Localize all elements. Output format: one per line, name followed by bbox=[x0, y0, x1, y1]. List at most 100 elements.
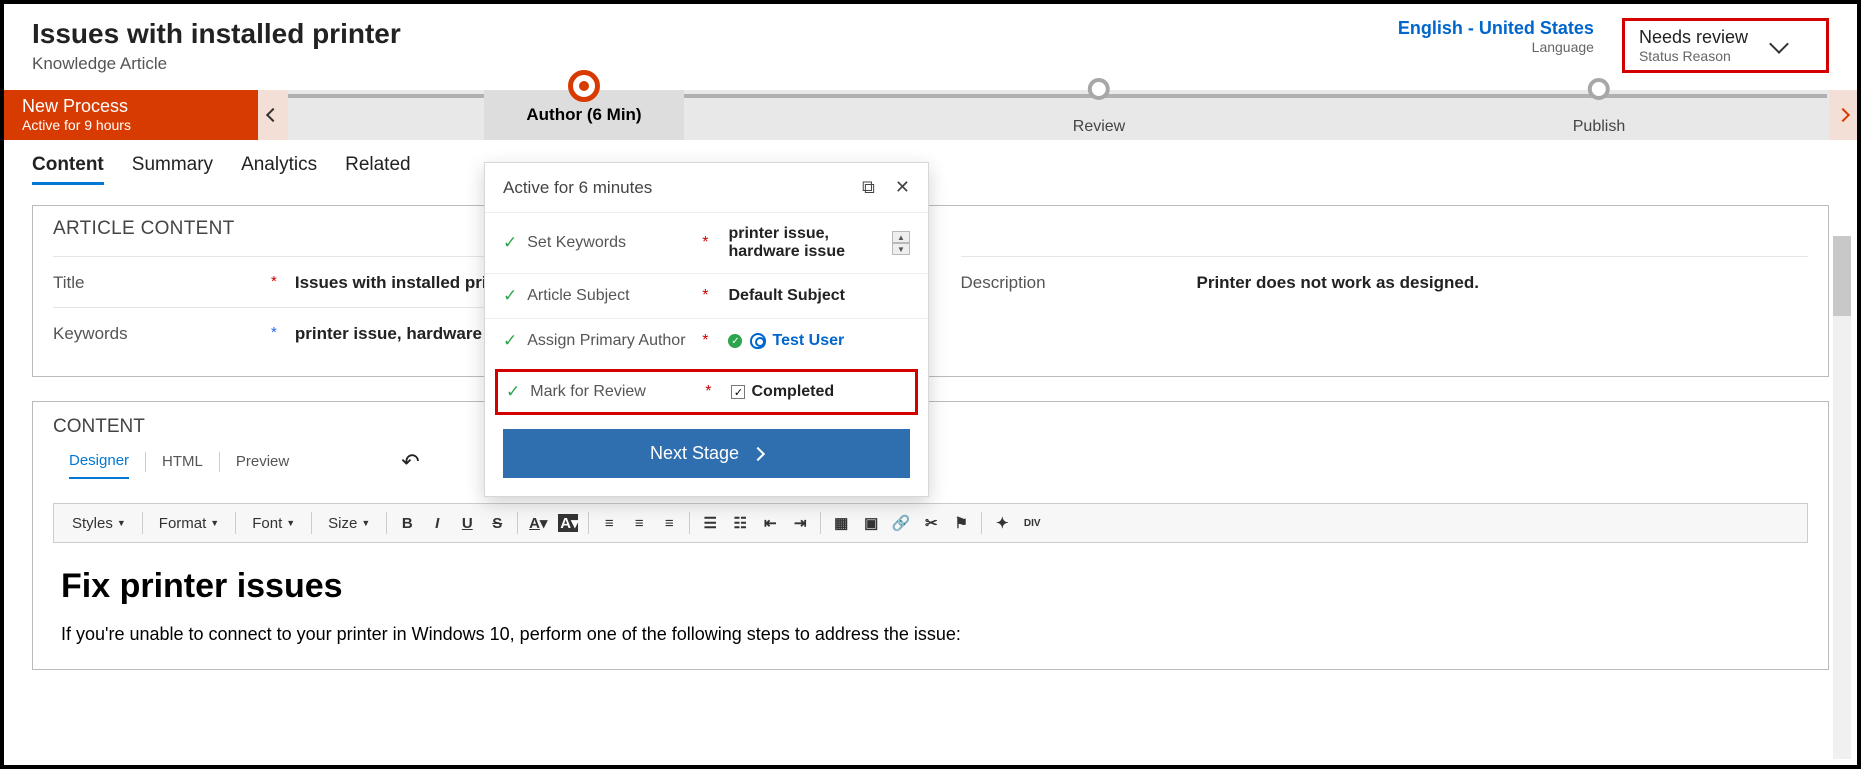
indent-icon[interactable]: ⇥ bbox=[790, 514, 810, 532]
align-right-icon[interactable]: ≡ bbox=[659, 515, 679, 532]
editor-tab-preview[interactable]: Preview bbox=[236, 445, 289, 478]
language-label: Language bbox=[1398, 39, 1594, 55]
stage-author[interactable]: Author (6 Min) bbox=[484, 90, 684, 140]
flyout-row-author[interactable]: ✓ Assign Primary Author * ✓ Test User bbox=[485, 318, 928, 363]
toolbar-format[interactable]: Format▼ bbox=[153, 515, 225, 532]
active-stage-icon bbox=[568, 70, 600, 102]
flyout-subject-label: Article Subject bbox=[527, 287, 702, 305]
flyout-row-keywords[interactable]: ✓ Set Keywords * printer issue, hardware… bbox=[485, 212, 928, 273]
chevron-right-icon bbox=[1836, 108, 1850, 122]
stage-circle-icon bbox=[1588, 78, 1610, 100]
flyout-subject-value: Default Subject bbox=[728, 287, 844, 305]
flag-icon[interactable]: ⚑ bbox=[951, 514, 971, 532]
editor-tab-html[interactable]: HTML bbox=[162, 445, 203, 478]
next-stage-label: Next Stage bbox=[650, 443, 739, 464]
stage-flyout: Active for 6 minutes ⧉ ✕ ✓ Set Keywords … bbox=[484, 162, 929, 497]
prev-stage-button[interactable] bbox=[258, 90, 288, 140]
flyout-row-mark-review[interactable]: ✓ Mark for Review * ✓ Completed bbox=[495, 369, 918, 415]
toolbar-font[interactable]: Font▼ bbox=[246, 515, 301, 532]
scrollbar[interactable] bbox=[1833, 236, 1851, 759]
content-editor-panel: CONTENT Designer HTML Preview ↶ Styles▼ … bbox=[32, 401, 1829, 670]
unlink-icon[interactable]: ✂ bbox=[921, 514, 941, 532]
table-icon[interactable]: ▦ bbox=[831, 514, 851, 532]
align-center-icon[interactable]: ≡ bbox=[629, 515, 649, 532]
next-stage-arrow[interactable] bbox=[1829, 90, 1857, 140]
popout-icon[interactable]: ⧉ bbox=[862, 177, 875, 198]
required-icon: * bbox=[702, 234, 708, 252]
flyout-title: Active for 6 minutes bbox=[503, 178, 652, 198]
toolbar-size[interactable]: Size▼ bbox=[322, 515, 376, 532]
tab-summary[interactable]: Summary bbox=[132, 154, 213, 185]
field-description-value: Printer does not work as designed. bbox=[1197, 273, 1479, 293]
stage-publish-label: Publish bbox=[1573, 118, 1625, 136]
stage-publish[interactable]: Publish bbox=[1573, 78, 1625, 136]
flyout-author-value[interactable]: Test User bbox=[750, 332, 844, 350]
check-icon: ✓ bbox=[503, 286, 517, 306]
tab-content[interactable]: Content bbox=[32, 154, 104, 185]
toolbar-styles[interactable]: Styles▼ bbox=[66, 515, 132, 532]
numbered-list-icon[interactable]: ☰ bbox=[700, 514, 720, 532]
status-value: Needs review bbox=[1639, 27, 1748, 48]
language-block[interactable]: English - United States Language bbox=[1398, 18, 1594, 55]
required-icon: * bbox=[271, 273, 277, 290]
sparkle-icon[interactable]: ✦ bbox=[992, 514, 1012, 532]
stage-review-label: Review bbox=[1073, 118, 1125, 136]
flyout-mark-value: Completed bbox=[751, 383, 834, 401]
underline-icon[interactable]: U bbox=[457, 515, 477, 532]
spinner-control[interactable]: ▲▼ bbox=[892, 231, 910, 255]
outdent-icon[interactable]: ⇤ bbox=[760, 514, 780, 532]
field-title-label: Title bbox=[53, 273, 253, 293]
stage-author-label: Author (6 Min) bbox=[526, 105, 641, 125]
tab-related[interactable]: Related bbox=[345, 154, 411, 185]
next-stage-button[interactable]: Next Stage bbox=[503, 429, 910, 478]
status-label: Status Reason bbox=[1639, 48, 1748, 64]
tab-analytics[interactable]: Analytics bbox=[241, 154, 317, 185]
stage-review[interactable]: Review bbox=[1073, 78, 1125, 136]
flyout-keywords-label: Set Keywords bbox=[527, 234, 702, 252]
bold-icon[interactable]: B bbox=[397, 515, 417, 532]
status-dropdown[interactable]: Needs review Status Reason bbox=[1622, 18, 1829, 73]
close-icon[interactable]: ✕ bbox=[895, 177, 910, 198]
italic-icon[interactable]: I bbox=[427, 515, 447, 532]
field-keywords-label: Keywords bbox=[53, 324, 253, 344]
bgcolor-icon[interactable]: A▾ bbox=[558, 514, 578, 532]
content-heading: CONTENT bbox=[33, 402, 1828, 444]
editor-tab-designer[interactable]: Designer bbox=[69, 444, 129, 479]
check-icon: ✓ bbox=[503, 331, 517, 351]
page-title: Issues with installed printer bbox=[32, 18, 401, 50]
editor-body[interactable]: Fix printer issues If you're unable to c… bbox=[33, 543, 1828, 669]
required-icon: * bbox=[705, 383, 711, 401]
process-badge[interactable]: New Process Active for 9 hours bbox=[4, 90, 258, 140]
bullet-list-icon[interactable]: ☷ bbox=[730, 514, 750, 532]
chevron-right-icon bbox=[751, 446, 765, 460]
field-description[interactable]: Description Printer does not work as des… bbox=[961, 256, 1809, 307]
flyout-keywords-value: printer issue, hardware issue bbox=[728, 225, 858, 261]
link-icon[interactable]: 🔗 bbox=[891, 514, 911, 532]
divider bbox=[219, 452, 220, 472]
strike-icon[interactable]: S bbox=[487, 515, 507, 532]
user-icon bbox=[750, 333, 766, 349]
textcolor-icon[interactable]: A▾ bbox=[528, 514, 548, 532]
chevron-down-icon bbox=[1769, 34, 1789, 54]
process-duration: Active for 9 hours bbox=[22, 117, 240, 133]
recommended-icon: * bbox=[271, 324, 277, 341]
presence-icon: ✓ bbox=[728, 334, 742, 348]
entity-label: Knowledge Article bbox=[32, 54, 401, 74]
scroll-thumb[interactable] bbox=[1833, 236, 1851, 316]
record-tabs: Content Summary Analytics Related bbox=[4, 140, 1857, 185]
undo-button[interactable]: ↶ bbox=[401, 449, 419, 475]
language-value: English - United States bbox=[1398, 18, 1594, 39]
div-icon[interactable]: DIV bbox=[1022, 518, 1042, 529]
image-icon[interactable]: ▣ bbox=[861, 514, 881, 532]
divider bbox=[145, 452, 146, 472]
article-content-panel: ARTICLE CONTENT Title * Issues with inst… bbox=[32, 205, 1829, 377]
check-icon: ✓ bbox=[503, 233, 517, 253]
field-description-label: Description bbox=[961, 273, 1161, 293]
check-icon: ✓ bbox=[506, 382, 520, 402]
flyout-row-subject[interactable]: ✓ Article Subject * Default Subject bbox=[485, 273, 928, 318]
checkbox-icon[interactable]: ✓ bbox=[731, 385, 745, 399]
article-content-heading: ARTICLE CONTENT bbox=[53, 218, 1808, 240]
align-left-icon[interactable]: ≡ bbox=[599, 515, 619, 532]
required-icon: * bbox=[702, 332, 708, 350]
required-icon: * bbox=[702, 287, 708, 305]
